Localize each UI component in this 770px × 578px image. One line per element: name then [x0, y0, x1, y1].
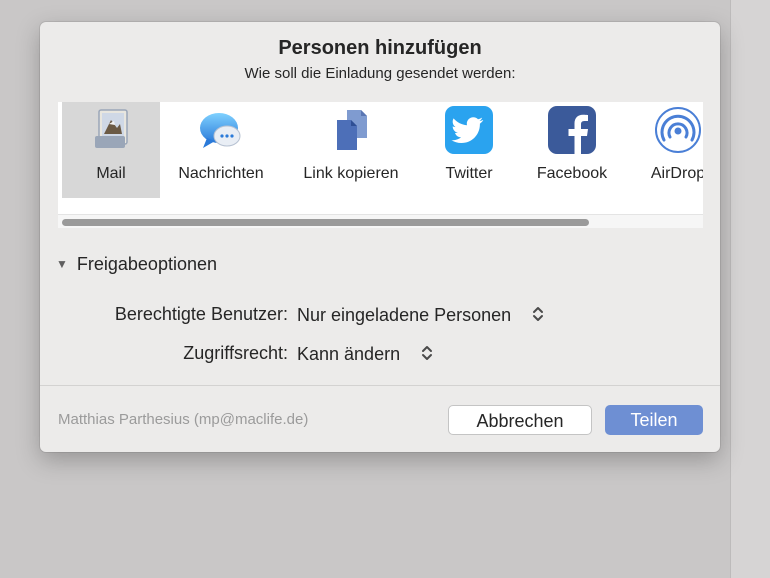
share-item-mail[interactable]: Mail [62, 102, 160, 198]
messages-icon [200, 113, 241, 148]
cancel-button[interactable]: Abbrechen [448, 405, 592, 435]
mail-icon [95, 109, 128, 148]
dialog-title: Personen hinzufügen [278, 37, 482, 59]
share-item-airdrop[interactable]: AirDrop [629, 102, 703, 198]
chevron-up-down-icon [533, 307, 544, 321]
horizontal-scrollbar[interactable] [58, 214, 703, 228]
scrollbar-thumb[interactable] [62, 219, 589, 226]
share-label-messages: Nachrichten [178, 165, 264, 182]
add-people-dialog: Personen hinzufügen Wie soll die Einladu… [40, 22, 720, 452]
access-right-label: Zugriffsrecht: [183, 343, 288, 363]
sharing-options-label: Freigabeoptionen [76, 254, 217, 274]
access-right-value: Kann ändern [297, 344, 401, 364]
chevron-up-down-icon [422, 346, 433, 360]
share-item-messages[interactable]: Nachrichten [172, 102, 270, 198]
facebook-icon [548, 106, 596, 154]
copy-link-icon [337, 110, 367, 150]
disclosure-triangle-icon[interactable]: ▼ [56, 257, 68, 271]
twitter-icon [445, 106, 493, 154]
share-item-twitter[interactable]: Twitter [420, 102, 518, 198]
airdrop-icon [655, 107, 701, 153]
share-item-facebook[interactable]: Facebook [523, 102, 621, 198]
footer-divider [40, 385, 720, 386]
access-right-popup[interactable]: Kann ändern [297, 343, 434, 365]
permitted-users-value: Nur eingeladene Personen [297, 305, 512, 325]
dialog-subtitle: Wie soll die Einladung gesendet werden: [244, 65, 516, 82]
sharing-options-disclosure[interactable]: ▼ Freigabeoptionen [56, 254, 217, 275]
share-label-airdrop: AirDrop [650, 165, 703, 182]
share-item-copy-link[interactable]: Link kopieren [302, 102, 400, 198]
background-window-edge [730, 0, 770, 578]
permitted-users-popup[interactable]: Nur eingeladene Personen [297, 304, 545, 326]
share-method-panel: Mail Nachrichten Link kopieren Twitter F… [58, 102, 703, 228]
share-button[interactable]: Teilen [605, 405, 703, 435]
current-user-label: Matthias Parthesius (mp@maclife.de) [58, 411, 309, 428]
permitted-users-label: Berechtigte Benutzer: [114, 304, 288, 324]
